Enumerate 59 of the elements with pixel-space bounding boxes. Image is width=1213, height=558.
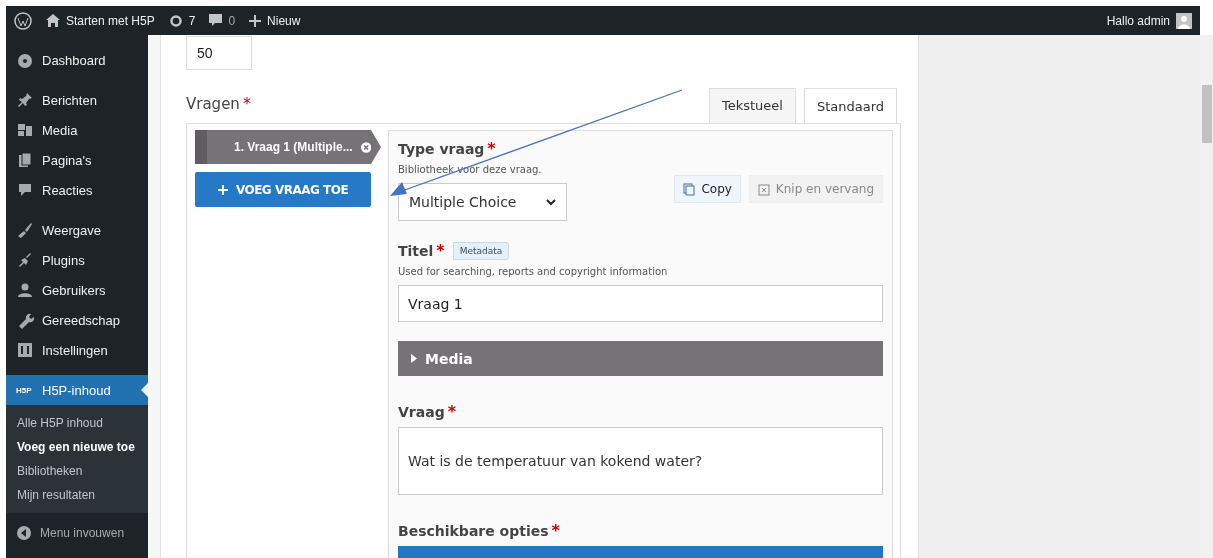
submenu-item[interactable]: Mijn resultaten xyxy=(6,483,148,507)
menu-icon xyxy=(16,221,34,239)
menu-item[interactable]: Gebruikers xyxy=(6,275,148,305)
question-type-select[interactable]: Multiple Choice xyxy=(398,183,567,221)
copy-button[interactable]: Copy xyxy=(674,175,741,203)
collapse-icon[interactable] xyxy=(16,525,32,541)
type-label: Type vraag * xyxy=(398,139,497,158)
collapse-menu-link[interactable]: Menu invouwen xyxy=(40,526,125,540)
avatar-icon[interactable] xyxy=(1176,12,1192,29)
submenu-item[interactable]: Alle H5P inhoud xyxy=(6,411,148,435)
plus-icon xyxy=(217,184,228,195)
menu-icon xyxy=(16,151,34,169)
title-label: Titel * xyxy=(398,241,445,260)
menu-item[interactable]: Gereedschap xyxy=(6,305,148,335)
menu-icon xyxy=(16,91,34,109)
submenu-item[interactable]: Bibliotheken xyxy=(6,459,148,483)
menu-item[interactable]: Berichten xyxy=(6,85,148,115)
add-question-button[interactable]: VOEG VRAAG TOE xyxy=(195,172,371,207)
menu-icon xyxy=(16,341,34,359)
scrollbar[interactable] xyxy=(1200,35,1213,558)
question-label: Vraag * xyxy=(398,402,458,421)
remove-icon[interactable] xyxy=(360,140,371,154)
site-link[interactable]: Starten met H5P xyxy=(66,13,155,28)
wordpress-logo-icon[interactable] xyxy=(14,11,32,30)
menu-item[interactable]: Media xyxy=(6,115,148,145)
updates-count[interactable]: 7 xyxy=(188,13,196,28)
title-field[interactable]: Vraag 1 xyxy=(398,285,883,322)
new-link[interactable]: Nieuw xyxy=(267,13,301,28)
menu-icon xyxy=(16,51,34,69)
number-field[interactable]: 50 xyxy=(186,36,252,70)
comments-count[interactable]: 0 xyxy=(228,13,236,28)
menu-icon xyxy=(16,281,34,299)
options-label: Beschikbare opties * xyxy=(398,521,561,540)
menu-item[interactable]: Plugins xyxy=(6,245,148,275)
menu-item[interactable]: Pagina's xyxy=(6,145,148,175)
chevron-down-icon xyxy=(546,198,556,206)
copy-icon xyxy=(683,182,696,196)
metadata-button[interactable]: Metadata xyxy=(452,241,510,260)
questions-label: Vragen * xyxy=(186,94,251,115)
menu-item[interactable]: H5P H5P-inhoud xyxy=(6,375,148,405)
editor-tab[interactable]: Standaard xyxy=(803,88,897,123)
editor-tab[interactable]: Tekstueel xyxy=(708,88,796,123)
submenu-item[interactable]: Voeg een nieuwe toe xyxy=(6,435,148,459)
type-description: Bibliotheek voor deze vraag. xyxy=(398,164,543,175)
menu-item[interactable]: Reacties xyxy=(6,175,148,205)
menu-item[interactable]: Instellingen xyxy=(6,335,148,365)
title-description: Used for searching, reports and copyright information xyxy=(398,266,669,277)
media-section-header[interactable]: Media xyxy=(398,341,883,376)
menu-icon xyxy=(16,181,34,199)
question-text-field[interactable]: Wat is de temperatuur van kokend water? xyxy=(398,427,883,495)
menu-item[interactable]: Weergave xyxy=(6,215,148,245)
plus-icon xyxy=(249,14,262,27)
caret-icon xyxy=(411,354,417,363)
comment-icon xyxy=(209,14,223,27)
menu-icon xyxy=(16,121,34,139)
greeting-link[interactable]: Hallo admin xyxy=(1106,13,1170,28)
clipboard-icon xyxy=(757,182,770,196)
home-icon xyxy=(46,14,60,27)
menu-item[interactable]: Dashboard xyxy=(6,45,148,75)
